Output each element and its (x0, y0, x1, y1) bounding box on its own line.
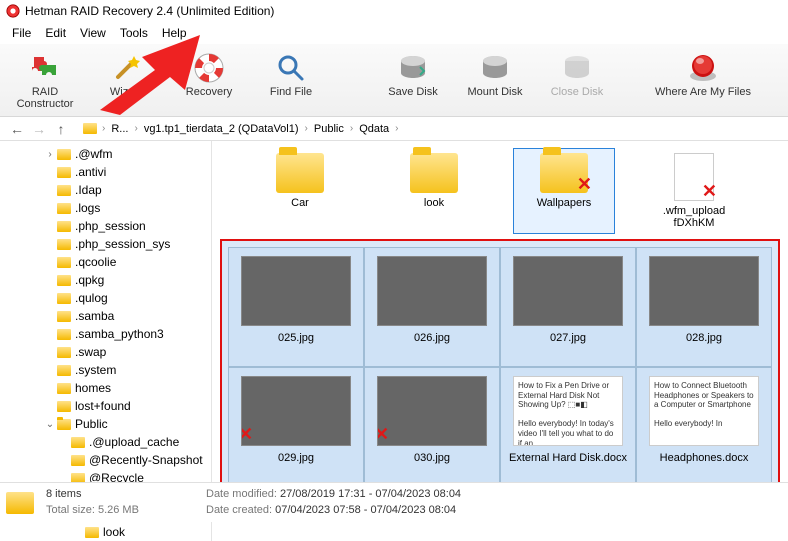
tree-item[interactable]: .php_session (0, 217, 211, 235)
tree-item[interactable]: .swap (0, 343, 211, 361)
folder-wallpapers[interactable]: Wallpapers (514, 149, 614, 233)
file-028[interactable]: 028.jpg (636, 247, 772, 367)
tree-item[interactable]: .antivi (0, 163, 211, 181)
puzzle-icon (29, 52, 61, 84)
red-button-icon (687, 52, 719, 84)
thumbnail-icon (513, 256, 623, 326)
menu-help[interactable]: Help (156, 24, 193, 42)
tree-item[interactable]: @Recently-Snapshot (0, 451, 211, 469)
selection-region: 025.jpg 026.jpg 027.jpg 028.jpg 029.jpg … (220, 239, 780, 495)
tree-item[interactable]: .qcoolie (0, 253, 211, 271)
tree-item-public[interactable]: ⌄Public (0, 415, 211, 433)
lifebuoy-icon (193, 52, 225, 84)
menu-file[interactable]: File (6, 24, 37, 42)
crumb-qdata[interactable]: Qdata (355, 121, 393, 137)
crumb-public[interactable]: Public (310, 121, 348, 137)
status-size: Total size: 5.26 MB (46, 503, 206, 518)
disk-mount-icon (479, 52, 511, 84)
wand-icon (111, 52, 143, 84)
tree-item[interactable]: .qpkg (0, 271, 211, 289)
nav-up[interactable]: ↑ (50, 121, 72, 137)
menu-bar: File Edit View Tools Help (0, 22, 788, 44)
tree-item[interactable]: .Idap (0, 181, 211, 199)
thumbnail-icon (241, 256, 351, 326)
file-027[interactable]: 027.jpg (500, 247, 636, 367)
file-headphones[interactable]: How to Connect Bluetooth Headphones or S… (636, 367, 772, 487)
doc-preview-icon: How to Fix a Pen Drive or External Hard … (513, 376, 623, 446)
tree-item[interactable]: .php_session_sys (0, 235, 211, 253)
tree-item[interactable]: .@upload_cache (0, 433, 211, 451)
thumbnail-icon (649, 256, 759, 326)
tree-item[interactable]: homes (0, 379, 211, 397)
status-created: 07/04/2023 07:58 - 07/04/2023 08:04 (275, 504, 456, 516)
crumb-vg[interactable]: vg1.tp1_tierdata_2 (QDataVol1) (140, 121, 303, 137)
thumbnail-icon (377, 376, 487, 446)
breadcrumb-bar: ← → ↑ › R... › vg1.tp1_tierdata_2 (QData… (0, 117, 788, 141)
where-are-my-files-button[interactable]: Where Are My Files (648, 50, 758, 100)
tree-item[interactable]: .samba (0, 307, 211, 325)
recovery-button[interactable]: Recovery (168, 50, 250, 100)
nav-forward[interactable]: → (28, 121, 50, 137)
folder-car[interactable]: Car (250, 153, 350, 229)
tree-item[interactable]: .system (0, 361, 211, 379)
mount-disk-button[interactable]: Mount Disk (454, 50, 536, 100)
wizard-button[interactable]: Wizard (86, 50, 168, 100)
folder-icon (6, 492, 34, 514)
nav-back[interactable]: ← (6, 121, 28, 137)
tree-item[interactable]: ›.@wfm (0, 145, 211, 163)
raid-constructor-button[interactable]: RAID Constructor (4, 50, 86, 112)
folder-look[interactable]: look (384, 153, 484, 229)
folder-tree[interactable]: ›.@wfm .antivi .Idap .logs .php_session … (0, 141, 212, 541)
file-025[interactable]: 025.jpg (228, 247, 364, 367)
find-file-button[interactable]: Find File (250, 50, 332, 100)
doc-preview-icon: How to Connect Bluetooth Headphones or S… (649, 376, 759, 446)
app-icon (6, 4, 20, 18)
disk-close-icon (561, 52, 593, 84)
tree-item[interactable]: .logs (0, 199, 211, 217)
menu-view[interactable]: View (74, 24, 112, 42)
thumbnail-icon (241, 376, 351, 446)
tree-item[interactable]: look (0, 523, 211, 541)
crumb-r[interactable]: R... (107, 121, 132, 137)
close-disk-button: Close Disk (536, 50, 618, 100)
file-026[interactable]: 026.jpg (364, 247, 500, 367)
file-external-hard-disk[interactable]: How to Fix a Pen Drive or External Hard … (500, 367, 636, 487)
menu-tools[interactable]: Tools (114, 24, 154, 42)
tree-item[interactable]: .samba_python3 (0, 325, 211, 343)
thumbnail-icon (377, 256, 487, 326)
save-disk-button[interactable]: Save Disk (372, 50, 454, 100)
window-title: Hetman RAID Recovery 2.4 (Unlimited Edit… (25, 4, 274, 18)
toolbar: RAID Constructor Wizard Recovery Find Fi… (0, 44, 788, 117)
status-bar: 8 items Total size: 5.26 MB Date modifie… (0, 482, 788, 522)
file-wfm-upload[interactable]: .wfm_upload fDXhKM (644, 153, 744, 229)
status-modified: 27/08/2019 17:31 - 07/04/2023 08:04 (280, 488, 461, 500)
status-items: 8 items (46, 487, 206, 502)
file-pane[interactable]: Car look Wallpapers .wfm_upload fDXhKM 0… (212, 141, 788, 541)
tree-item[interactable]: lost+found (0, 397, 211, 415)
magnifier-icon (275, 52, 307, 84)
file-029[interactable]: 029.jpg (228, 367, 364, 487)
file-030[interactable]: 030.jpg (364, 367, 500, 487)
disk-save-icon (397, 52, 429, 84)
tree-item[interactable]: .qulog (0, 289, 211, 307)
menu-edit[interactable]: Edit (39, 24, 72, 42)
folder-icon (83, 123, 97, 134)
